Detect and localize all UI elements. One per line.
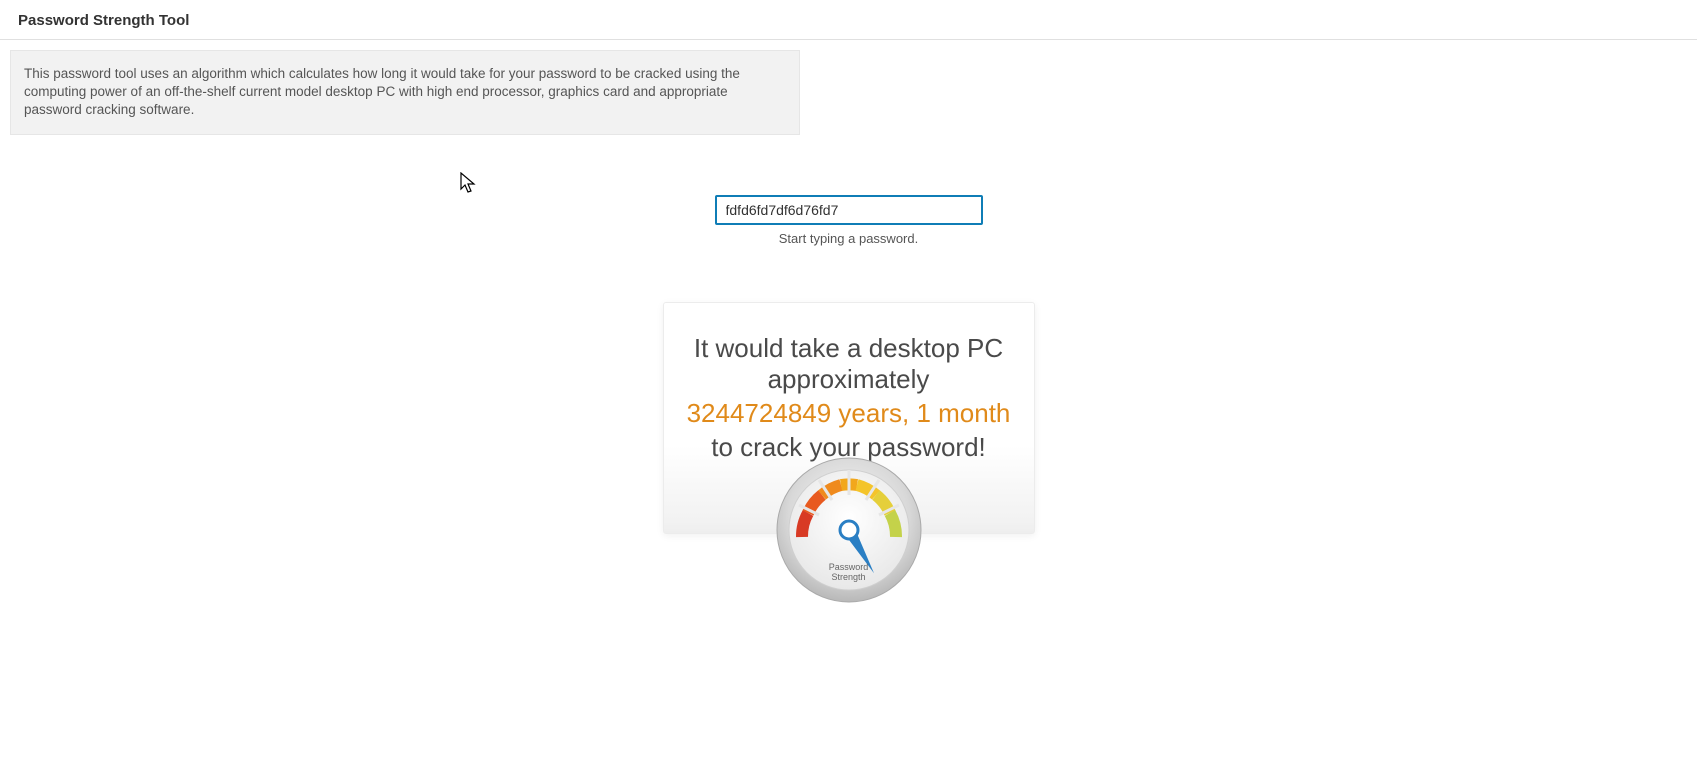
result-crack-time: 3244724849 years, 1 month xyxy=(686,397,1012,430)
result-line-1: It would take a desktop PC approximately xyxy=(694,333,1003,394)
gauge-label: Password Strength xyxy=(774,563,924,583)
input-hint: Start typing a password. xyxy=(779,231,918,246)
gauge-icon: Password Strength xyxy=(774,455,924,605)
password-input[interactable] xyxy=(715,195,983,225)
result-card: It would take a desktop PC approximately… xyxy=(663,302,1035,534)
page-title: Password Strength Tool xyxy=(18,12,1679,29)
info-box: This password tool uses an algorithm whi… xyxy=(10,50,800,135)
